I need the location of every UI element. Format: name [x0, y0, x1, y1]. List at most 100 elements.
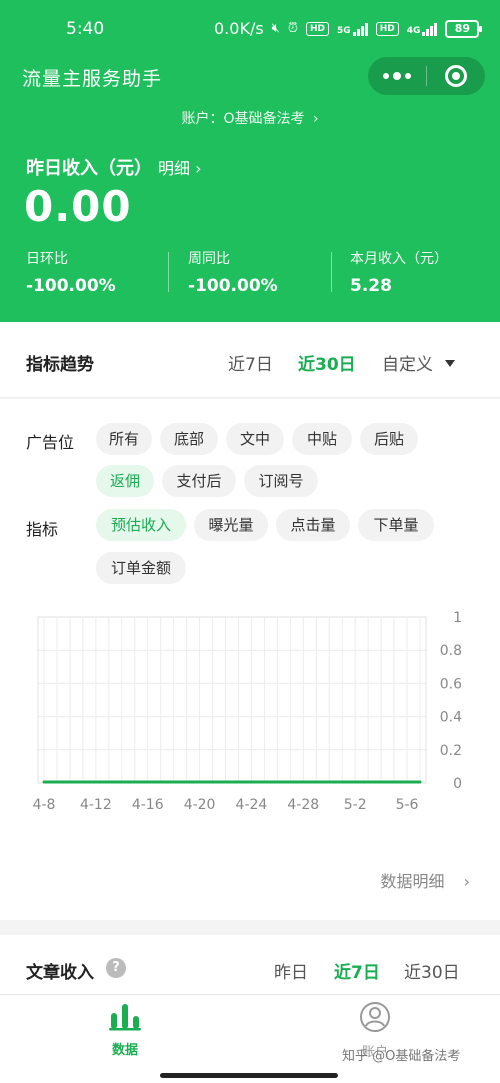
chip-metric-impressions[interactable]: 曝光量	[194, 509, 268, 541]
tab-data[interactable]: 数据	[85, 1001, 165, 1058]
tab-30-days[interactable]: 近30日	[298, 350, 356, 375]
data-point	[81, 780, 85, 784]
yesterday-income-value: 0.00	[24, 182, 132, 231]
stat-day-over-day: 日环比 -100.00%	[26, 248, 116, 298]
detail-link[interactable]: 明细 ›	[158, 155, 202, 179]
close-miniprogram-button[interactable]	[427, 57, 485, 95]
chip-ad-in-text[interactable]: 文中	[226, 423, 284, 455]
chip-ad-bottom[interactable]: 底部	[160, 423, 218, 455]
stat-label: 日环比	[26, 251, 68, 267]
data-point	[55, 780, 59, 784]
data-point	[249, 780, 253, 784]
status-icons: 0.0K/s 🔇︎ ⏰︎ HD 5G HD 4G 89	[214, 19, 483, 38]
article-income-title: 文章收入	[26, 963, 94, 983]
tab-data-label: 数据	[111, 1043, 138, 1058]
signal-4g-icon: 4G	[407, 21, 438, 36]
hd-badge-2: HD	[375, 21, 399, 36]
chevron-right-icon: ›	[312, 111, 319, 127]
trend-section-header: 指标趋势 近7日 近30日 自定义	[0, 322, 500, 398]
chip-ad-all[interactable]: 所有	[96, 423, 152, 455]
hd-badge: HD	[306, 21, 330, 36]
data-point	[159, 780, 163, 784]
chip-ad-subscription[interactable]: 订阅号	[244, 465, 318, 497]
y-tick-label: 1	[453, 610, 462, 626]
status-time: 5:40	[66, 19, 105, 39]
data-point	[418, 780, 422, 784]
data-point	[94, 780, 98, 784]
user-icon	[360, 1002, 390, 1032]
data-point	[262, 780, 266, 784]
tab-article-7-days[interactable]: 近7日	[334, 958, 380, 983]
data-detail-link[interactable]: 数据明细 ›	[380, 868, 470, 892]
data-point	[211, 780, 215, 784]
home-indicator	[160, 1073, 338, 1078]
data-point	[353, 780, 357, 784]
stat-week-over-week: 周同比 -100.00%	[188, 248, 278, 298]
y-tick-label: 0.2	[440, 743, 462, 759]
x-tick-label: 4-24	[236, 797, 268, 813]
y-tick-label: 0.4	[440, 710, 462, 726]
data-detail-label: 数据明细	[380, 872, 445, 891]
data-point	[172, 780, 176, 784]
stat-value: 5.28	[350, 276, 392, 296]
tab-article-yesterday[interactable]: 昨日	[274, 958, 308, 983]
x-tick-label: 4-28	[287, 797, 319, 813]
chip-ad-mid-roll[interactable]: 中贴	[292, 423, 352, 455]
chip-ad-after-payment[interactable]: 支付后	[162, 465, 236, 497]
watermark-text: 知乎 @O基础备法考	[342, 1049, 461, 1064]
chip-metric-clicks[interactable]: 点击量	[276, 509, 350, 541]
stat-month-income: 本月收入（元） 5.28	[350, 248, 448, 298]
chip-metric-orders[interactable]: 下单量	[358, 509, 434, 541]
bar-chart-icon	[109, 1004, 141, 1031]
dot-icon	[405, 73, 411, 79]
stat-label: 本月收入（元）	[350, 251, 448, 267]
battery-icon: 89	[445, 19, 483, 38]
stat-divider	[168, 252, 169, 292]
x-tick-label: 4-12	[80, 797, 112, 813]
target-icon	[445, 65, 467, 87]
x-tick-label: 4-16	[132, 797, 164, 813]
data-point	[340, 780, 344, 784]
status-bar: 5:40 0.0K/s 🔇︎ ⏰︎ HD 5G HD 4G 89	[0, 14, 500, 44]
ad-position-label: 广告位	[26, 433, 75, 452]
data-point	[379, 780, 383, 784]
data-point	[314, 780, 318, 784]
signal-5g-icon: 5G	[337, 21, 368, 36]
tab-article-30-days[interactable]: 近30日	[404, 958, 460, 983]
chevron-right-icon: ›	[463, 872, 470, 891]
metric-label: 指标	[26, 520, 59, 539]
chip-metric-order-amount[interactable]: 订单金额	[96, 552, 186, 584]
data-point	[68, 780, 72, 784]
chip-ad-post-roll[interactable]: 后贴	[360, 423, 418, 455]
x-tick-label: 5-6	[396, 797, 419, 813]
account-label: 账户：O基础备法考	[181, 111, 305, 127]
data-point	[146, 780, 150, 784]
data-point	[185, 780, 189, 784]
stat-divider	[331, 252, 332, 292]
caret-down-icon	[445, 359, 455, 367]
yesterday-income-label: 昨日收入（元）	[26, 158, 152, 179]
chip-ad-commission[interactable]: 返佣	[96, 465, 154, 497]
y-tick-label: 0.6	[440, 676, 462, 692]
bottom-tab-bar: 数据 账户	[0, 994, 500, 1083]
stat-label: 周同比	[188, 251, 230, 267]
data-point	[288, 780, 292, 784]
data-point	[301, 780, 305, 784]
x-tick-label: 4-8	[33, 797, 56, 813]
more-menu-button[interactable]	[368, 57, 426, 95]
stat-value: -100.00%	[188, 276, 278, 296]
data-point	[236, 780, 240, 784]
chip-metric-estimated-income[interactable]: 预估收入	[96, 509, 186, 541]
x-tick-label: 5-2	[344, 797, 367, 813]
tab-custom-label: 自定义	[382, 355, 433, 375]
y-tick-label: 0.8	[440, 643, 462, 659]
y-tick-label: 0	[453, 776, 462, 792]
tab-custom-range[interactable]: 自定义	[382, 350, 455, 375]
help-icon[interactable]: ?	[106, 958, 126, 978]
account-selector[interactable]: 账户：O基础备法考 ›	[0, 108, 500, 128]
tab-7-days[interactable]: 近7日	[228, 350, 273, 375]
net-speed: 0.0K/s	[214, 19, 264, 38]
trend-title: 指标趋势	[26, 355, 94, 375]
trend-line-chart: 1 0.8 0.6 0.4 0.2 0 4-8 4-12 4-16 4-20 4-24 4-28 5-2…	[33, 610, 463, 813]
trend-section-body: 广告位 所有 底部 文中 中贴 后贴 返佣 支付后 订阅号 指标 预估收入 曝光…	[0, 399, 500, 920]
